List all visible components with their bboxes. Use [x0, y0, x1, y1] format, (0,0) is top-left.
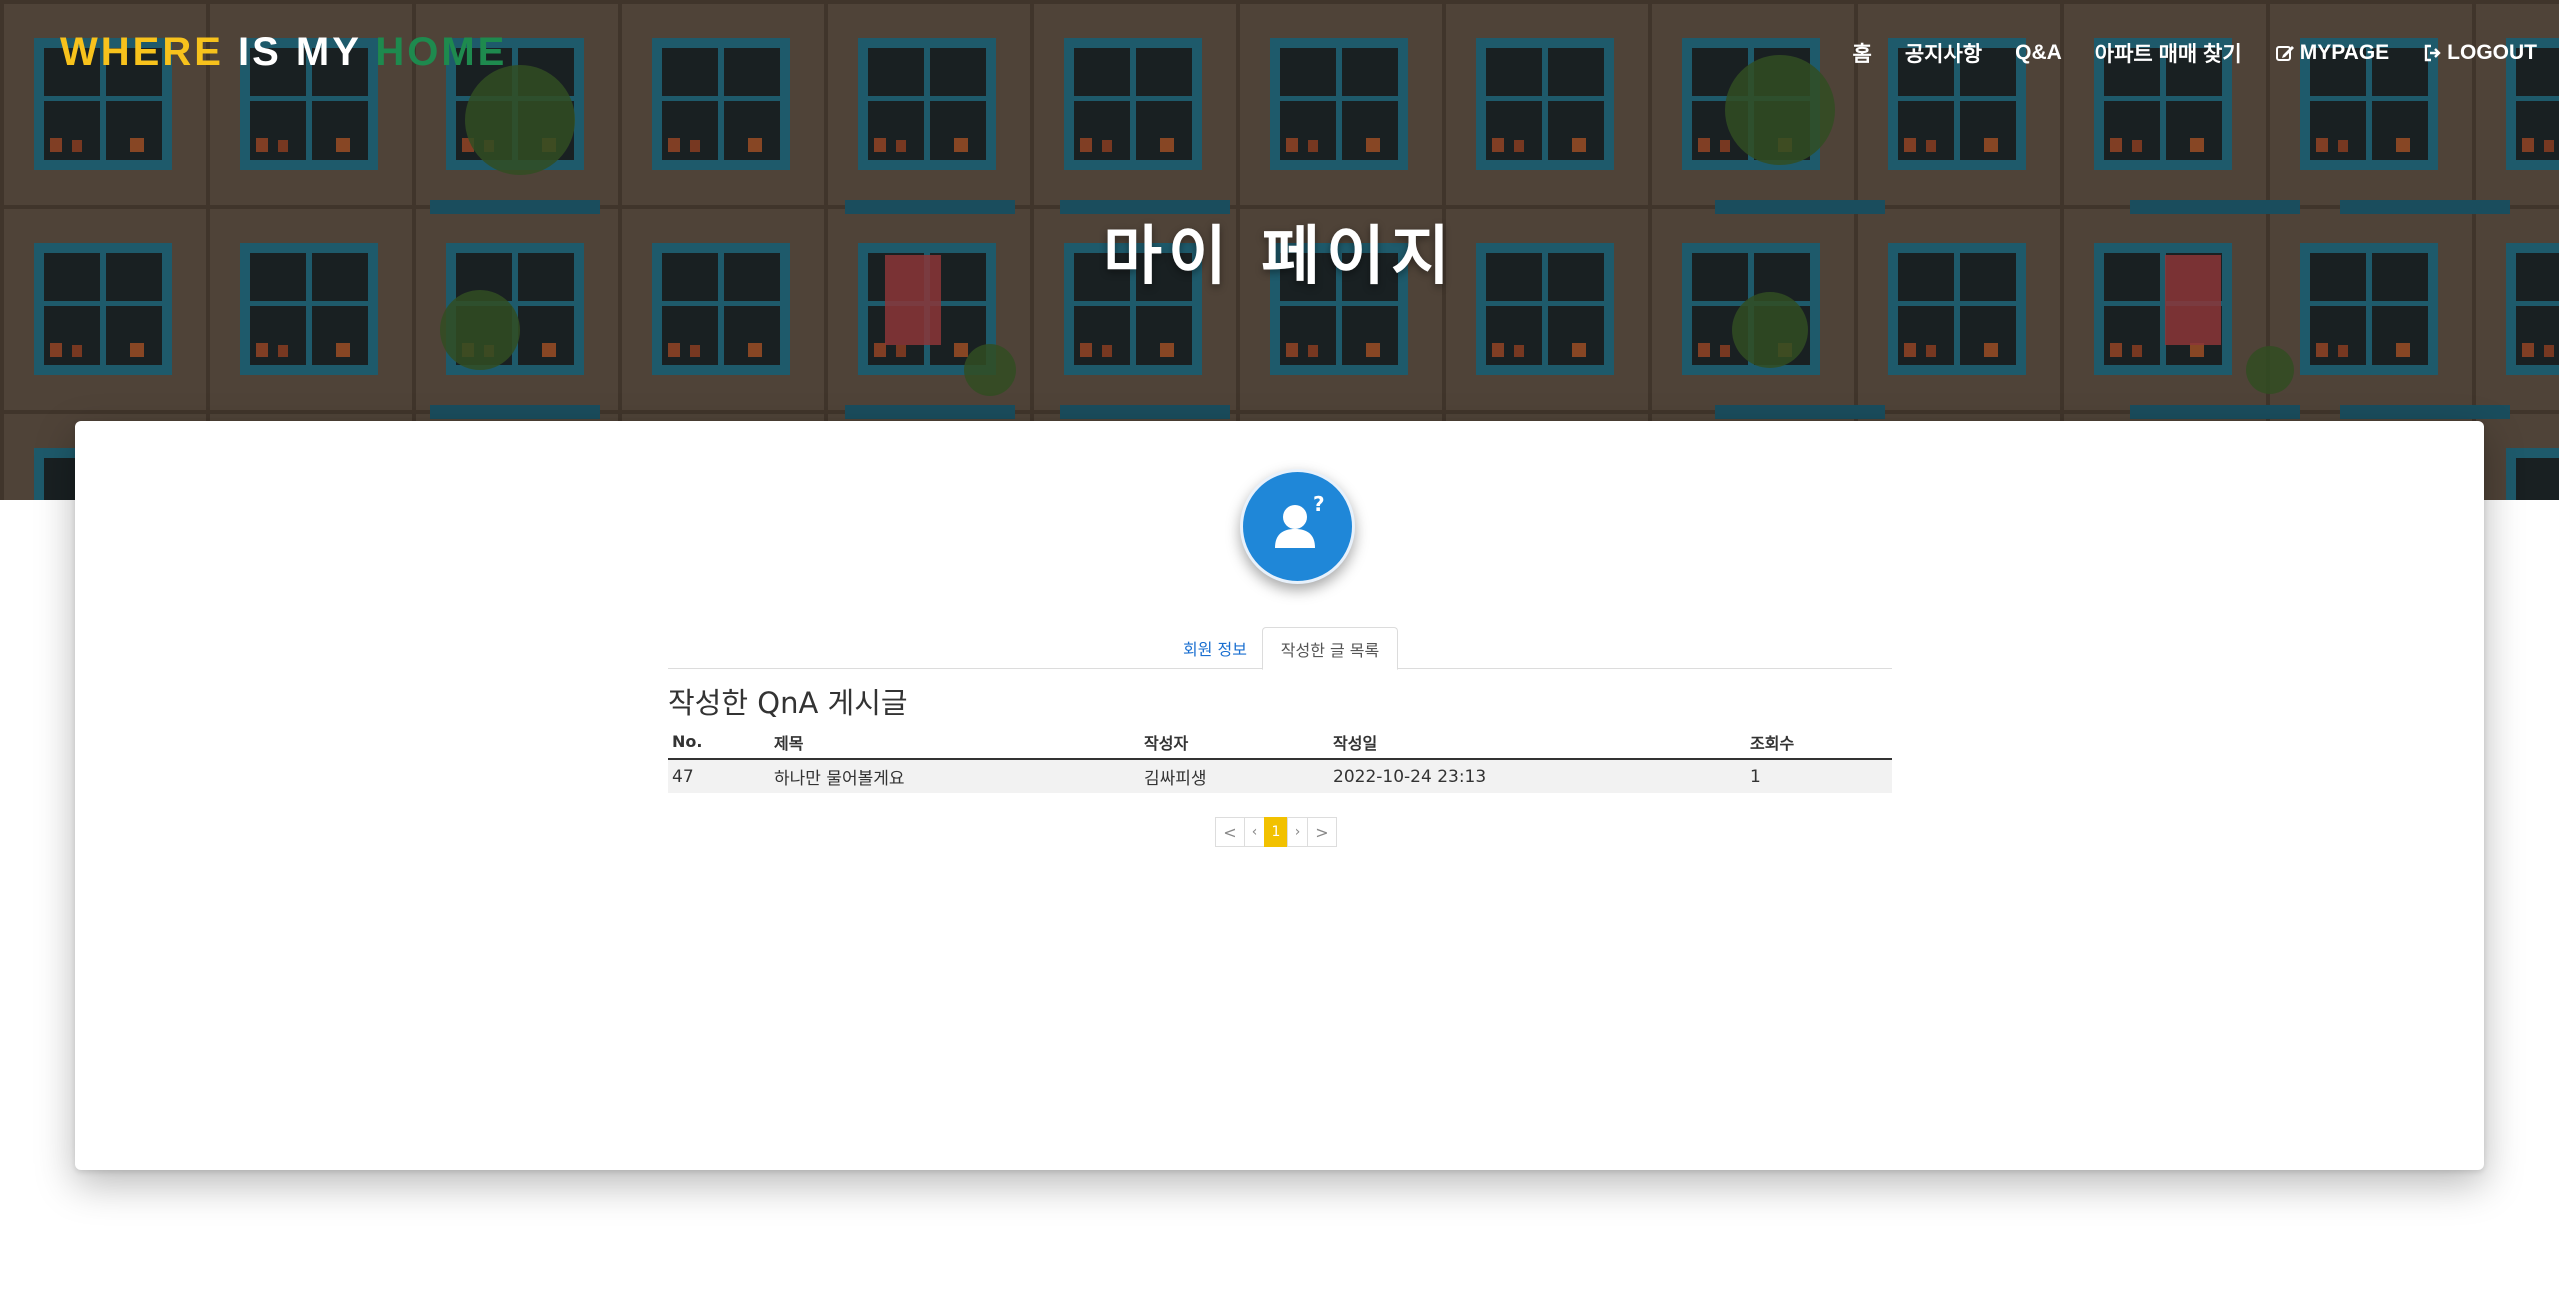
header-title: 제목: [770, 725, 1140, 760]
cell-author: 김싸피생: [1140, 759, 1329, 793]
nav-logout-label: LOGOUT: [2447, 41, 2537, 64]
brand-logo[interactable]: WHERE IS MY HOME: [60, 30, 507, 75]
nav-notice[interactable]: 공지사항: [1905, 38, 1982, 68]
header-date: 작성일: [1329, 725, 1746, 760]
page-number-button[interactable]: 1: [1264, 817, 1288, 847]
cell-date: 2022-10-24 23:13: [1329, 759, 1746, 793]
nav-home[interactable]: 홈: [1853, 38, 1872, 68]
qna-posts-table: No. 제목 작성자 작성일 조회수 47 하나만 물어볼게요 김싸피생 202…: [668, 725, 1892, 793]
brand-word-home: HOME: [375, 30, 508, 74]
nav-mypage-label: MYPAGE: [2299, 41, 2390, 64]
logout-icon: [2424, 44, 2441, 62]
profile-avatar: ?: [1240, 469, 1355, 584]
user-question-icon: ?: [1274, 492, 1325, 548]
cell-views: 1: [1746, 759, 1892, 793]
tab-member-info[interactable]: 회원 정보: [1168, 627, 1262, 669]
page-next-button[interactable]: ›: [1287, 817, 1308, 847]
pagination: < ‹ 1 › >: [1215, 817, 1337, 847]
page-title: 마이 페이지: [1103, 220, 1456, 294]
brand-word-where: WHERE: [60, 30, 224, 74]
nav-apartment-search[interactable]: 아파트 매매 찾기: [2095, 38, 2242, 68]
nav-logout[interactable]: LOGOUT: [2422, 41, 2537, 65]
page-last-button[interactable]: >: [1307, 817, 1337, 847]
tab-my-posts[interactable]: 작성한 글 목록: [1262, 627, 1398, 670]
nav-mypage[interactable]: MYPAGE: [2275, 41, 2389, 65]
edit-icon: [2275, 46, 2294, 61]
page-prev-button[interactable]: ‹: [1244, 817, 1265, 847]
header-no: No.: [668, 725, 770, 760]
header-author: 작성자: [1140, 725, 1329, 760]
page-first-button[interactable]: <: [1215, 817, 1245, 847]
nav-qna[interactable]: Q&A: [2015, 41, 2062, 65]
cell-title[interactable]: 하나만 물어볼게요: [770, 759, 1140, 793]
brand-word-is-my: IS MY: [238, 30, 362, 74]
top-nav: 홈 공지사항 Q&A 아파트 매매 찾기 MYPAGE LOGOUT: [1853, 38, 2538, 68]
header-views: 조회수: [1746, 725, 1892, 760]
table-row[interactable]: 47 하나만 물어볼게요 김싸피생 2022-10-24 23:13 1: [668, 759, 1892, 793]
cell-no: 47: [668, 759, 770, 793]
table-header-row: No. 제목 작성자 작성일 조회수: [668, 725, 1892, 760]
section-title: 작성한 QnA 게시글: [668, 686, 908, 720]
mypage-tabs: 회원 정보 작성한 글 목록: [668, 627, 1892, 670]
svg-text:?: ?: [1313, 492, 1325, 516]
